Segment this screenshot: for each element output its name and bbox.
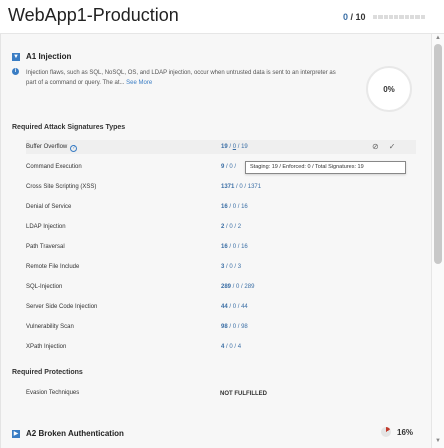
signature-row[interactable]: SQL-Injection 289 / 0 / 289	[26, 280, 416, 294]
info-icon: i	[12, 68, 19, 75]
signature-row[interactable]: Cross Site Scripting (XSS) 1371 / 0 / 13…	[26, 180, 416, 194]
signature-values: 19 / 0 / 19	[221, 144, 248, 150]
signatures-label: Required Attack Signatures Types	[12, 124, 126, 131]
vertical-scrollbar[interactable]: ▲ ▼	[431, 34, 444, 448]
signature-name: Denial of Service	[26, 204, 72, 210]
scroll-up-icon[interactable]: ▲	[435, 35, 441, 41]
section-a1-score-pie: 0%	[366, 66, 412, 112]
signature-name: Server Side Code Injection	[26, 304, 98, 310]
signature-row[interactable]: Path Traversal 16 / 0 / 16	[26, 240, 416, 254]
signature-values: 9 / 0 /	[221, 164, 237, 170]
signature-name: SQL-Injection	[26, 284, 63, 290]
block-icon[interactable]: ⊘	[372, 142, 379, 151]
signature-values: 2 / 0 / 2	[221, 224, 242, 230]
signature-name: Vulnerability Scan	[26, 324, 74, 330]
signature-row[interactable]: Server Side Code Injection 44 / 0 / 44	[26, 300, 416, 314]
scrollbar-thumb[interactable]	[434, 44, 442, 264]
row-actions: ⊘ ✓	[372, 142, 395, 151]
protections-label: Required Protections	[12, 369, 83, 376]
signature-values: 16 / 0 / 16	[221, 244, 248, 250]
chevron-down-icon[interactable]: ▼	[12, 52, 20, 61]
signature-row[interactable]: Buffer Overflow? 19 / 0 / 19 ⊘ ✓	[26, 140, 416, 154]
signature-row[interactable]: XPath Injection 4 / 0 / 4	[26, 340, 416, 354]
signature-name: Buffer Overflow?	[26, 144, 78, 152]
section-a2-header[interactable]: ▶ A2 Broken Authentication	[12, 429, 124, 438]
see-more-link[interactable]: See More	[126, 80, 152, 86]
signature-tooltip: Staging: 19 / Enforced: 0 / Total Signat…	[245, 161, 406, 174]
section-a1-header[interactable]: ▼ A1 Injection	[12, 52, 71, 61]
section-a1-description: Injection flaws, such as SQL, NoSQL, OS,…	[26, 68, 346, 88]
signature-row[interactable]: Denial of Service 16 / 0 / 16	[26, 200, 416, 214]
signature-name: XPath Injection	[26, 344, 67, 350]
signature-name: Command Execution	[26, 164, 82, 170]
page-title: WebApp1-Production	[8, 5, 179, 25]
help-icon[interactable]: ?	[70, 145, 78, 152]
signature-values: 3 / 0 / 3	[221, 264, 242, 270]
signature-row[interactable]: Remote File Include 3 / 0 / 3	[26, 260, 416, 274]
section-a2-percent: 16%	[397, 428, 414, 437]
score-total: / 10	[350, 12, 366, 22]
description-text: Injection flaws, such as SQL, NoSQL, OS,…	[26, 70, 336, 86]
protection-status: NOT FULFILLED	[220, 391, 267, 397]
score-value: 0	[343, 12, 349, 22]
page-header: WebApp1-Production 0 / 10	[0, 0, 444, 34]
signature-values: 4 / 0 / 4	[221, 344, 242, 350]
signature-values: 44 / 0 / 44	[221, 304, 248, 310]
section-a1-percent: 0%	[383, 84, 395, 94]
score-progress-bar	[373, 15, 425, 19]
signature-values: 289 / 0 / 289	[221, 284, 255, 290]
signature-name: Cross Site Scripting (XSS)	[26, 184, 97, 190]
signature-name: Path Traversal	[26, 244, 65, 250]
score-indicator: 0 / 10	[343, 12, 366, 22]
signature-name: LDAP Injection	[26, 224, 66, 230]
signature-values: 98 / 0 / 98	[221, 324, 248, 330]
chevron-right-icon[interactable]: ▶	[12, 429, 20, 438]
section-a2-title: A2 Broken Authentication	[26, 429, 124, 438]
signature-values: 16 / 0 / 16	[221, 204, 248, 210]
signature-row[interactable]: Vulnerability Scan 98 / 0 / 98	[26, 320, 416, 334]
signature-name: Remote File Include	[26, 264, 80, 270]
checkmark-icon[interactable]: ✓	[389, 142, 396, 151]
signature-row[interactable]: LDAP Injection 2 / 0 / 2	[26, 220, 416, 234]
section-a2-score-pie	[381, 427, 391, 437]
scroll-down-icon[interactable]: ▼	[435, 438, 441, 444]
enforced-link[interactable]: 0	[233, 144, 236, 150]
section-a1-title: A1 Injection	[26, 52, 72, 61]
protection-name: Evasion Techniques	[26, 390, 80, 396]
signature-values: 1371 / 0 / 1371	[221, 184, 262, 190]
